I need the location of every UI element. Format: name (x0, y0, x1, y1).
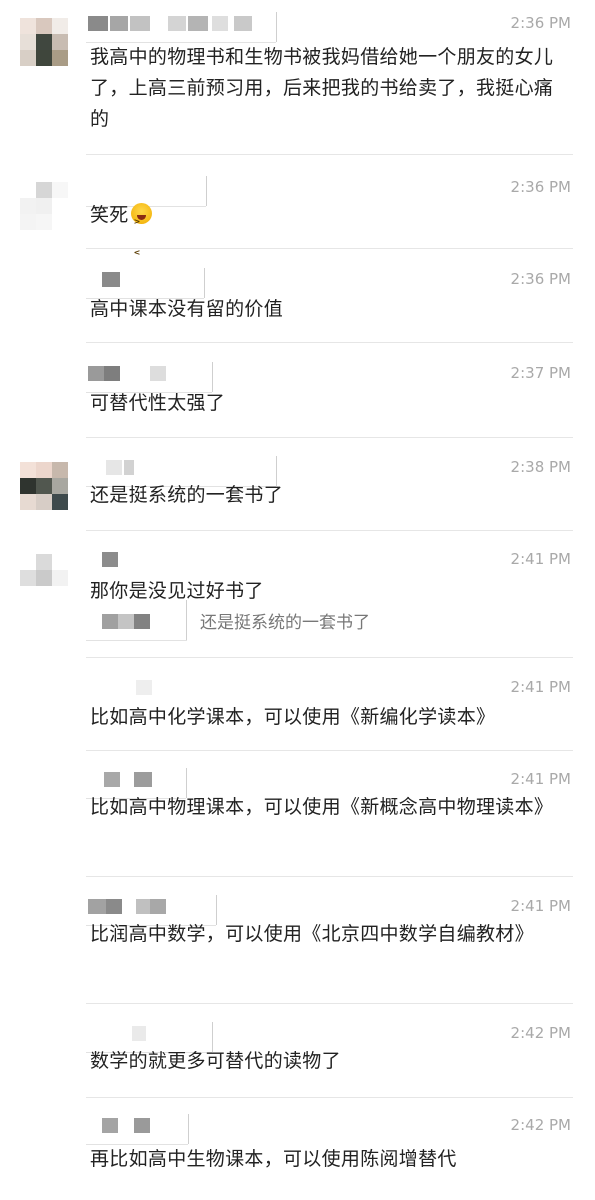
message-timestamp: 2:36 PM (510, 14, 571, 32)
chat-message: 2:41 PM 比如高中化学课本，可以使用《新编化学读本》 (0, 676, 595, 746)
chat-message: 2:36 PM 我高中的物理书和生物书被我妈借给她一个朋友的女儿了，上高三前预习… (0, 12, 595, 162)
message-timestamp: 2:36 PM (510, 270, 571, 288)
chat-message: 2:42 PM 数学的就更多可替代的读物了 (0, 1022, 595, 1092)
message-text: 数学的就更多可替代的读物了 (90, 1050, 341, 1072)
message-text-content: 笑死 (90, 204, 129, 226)
chat-message: 2:38 PM 还是挺系统的一套书了 (0, 456, 595, 526)
message-divider (86, 750, 573, 751)
laughing-face-icon (130, 203, 152, 268)
chat-message: 2:41 PM 那你是没见过好书了 还是挺系统的一套书了 (0, 548, 595, 658)
message-timestamp: 2:41 PM (510, 770, 571, 788)
quoted-message[interactable] (86, 600, 188, 641)
message-text: 高中课本没有留的价值 (90, 298, 284, 320)
sender-name (86, 548, 186, 579)
message-timestamp: 2:36 PM (510, 178, 571, 196)
message-text: 比如高中化学课本，可以使用《新编化学读本》 (90, 706, 496, 728)
message-text: 再比如高中生物课本，可以使用陈阅增替代 (90, 1148, 457, 1170)
avatar[interactable] (20, 18, 68, 66)
chat-message: 2:41 PM 比如高中物理课本，可以使用《新概念高中物理读本》 (0, 768, 595, 878)
sender-name (86, 12, 277, 43)
message-timestamp: 2:41 PM (510, 897, 571, 915)
message-timestamp: 2:41 PM (510, 550, 571, 568)
message-divider (86, 248, 573, 249)
avatar[interactable] (20, 182, 68, 230)
quoted-message-text: 还是挺系统的一套书了 (200, 613, 370, 633)
message-timestamp: 2:41 PM (510, 678, 571, 696)
chat-message: 2:36 PM 高中课本没有留的价值 (0, 268, 595, 338)
chat-message: 2:37 PM 可替代性太强了 (0, 362, 595, 432)
message-text: 比润高中数学，可以使用《北京四中数学自编教材》 (90, 923, 534, 945)
message-divider (86, 437, 573, 438)
message-text: 笑死 (90, 200, 569, 268)
chat-message: 2:42 PM 再比如高中生物课本，可以使用陈阅增替代 (0, 1114, 595, 1194)
message-divider (86, 342, 573, 343)
message-timestamp: 2:42 PM (510, 1116, 571, 1134)
message-divider (86, 657, 573, 658)
message-text: 可替代性太强了 (90, 392, 226, 414)
message-text: 比如高中物理课本，可以使用《新概念高中物理读本》 (90, 796, 554, 818)
sender-name (86, 1114, 190, 1145)
message-divider (86, 1003, 573, 1004)
message-divider (86, 1097, 573, 1098)
avatar[interactable] (20, 554, 68, 602)
message-divider (86, 154, 573, 155)
message-timestamp: 2:38 PM (510, 458, 571, 476)
message-timestamp: 2:37 PM (510, 364, 571, 382)
chat-message: 2:36 PM 笑死 (0, 176, 595, 268)
message-divider (86, 876, 573, 877)
message-text: 还是挺系统的一套书了 (90, 484, 284, 506)
message-divider (86, 530, 573, 531)
chat-message: 2:41 PM 比润高中数学，可以使用《北京四中数学自编教材》 (0, 895, 595, 1005)
message-text: 我高中的物理书和生物书被我妈借给她一个朋友的女儿了，上高三前预习用，后来把我的书… (90, 46, 554, 130)
message-timestamp: 2:42 PM (510, 1024, 571, 1042)
avatar[interactable] (20, 462, 68, 510)
